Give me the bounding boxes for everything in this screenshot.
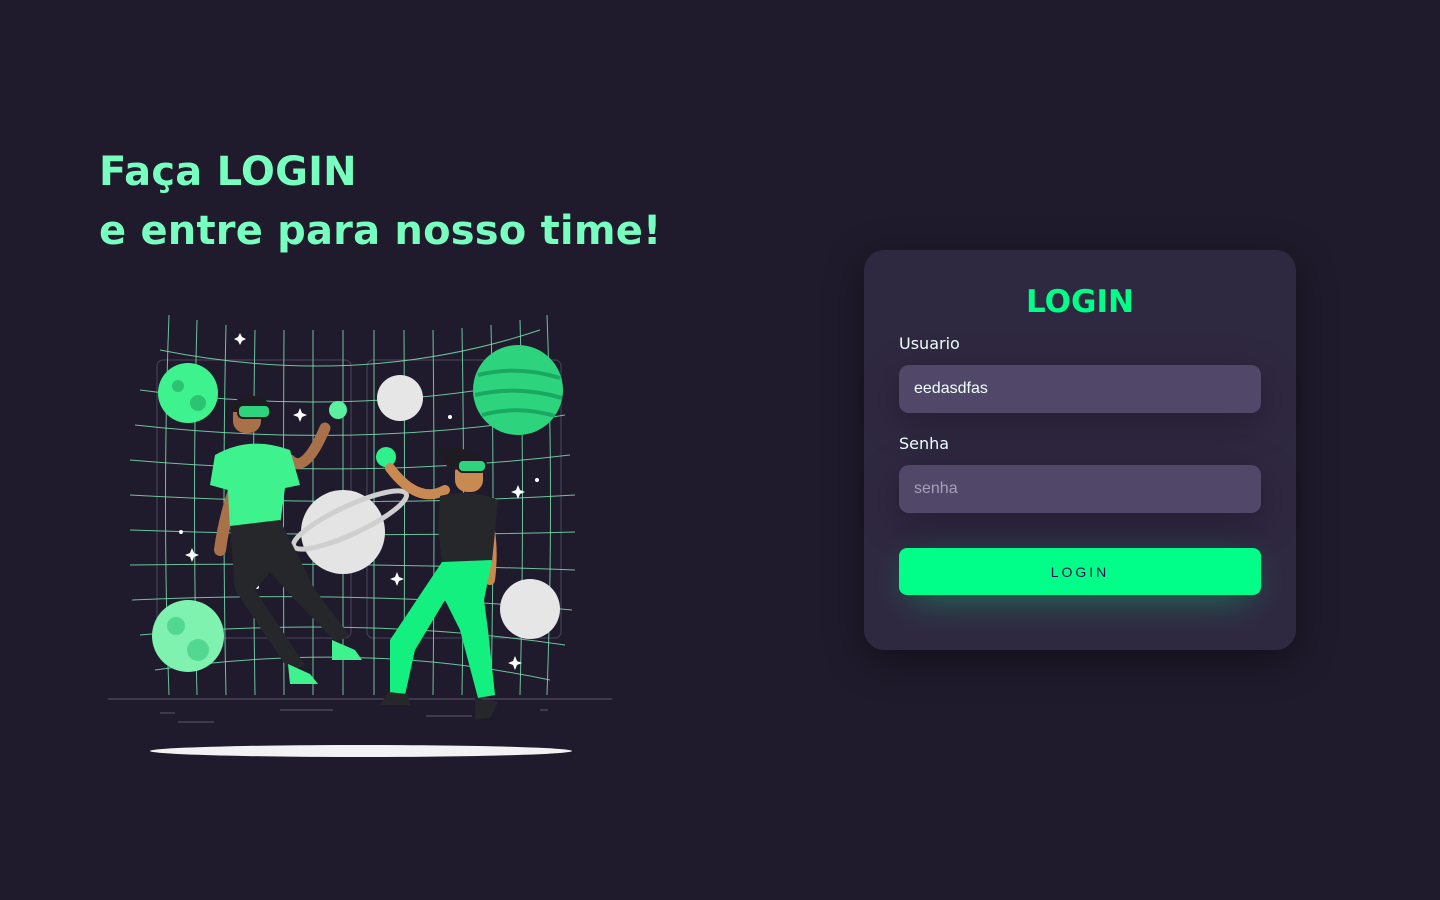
password-input[interactable] <box>899 465 1261 513</box>
username-input[interactable] <box>899 365 1261 413</box>
hero-line-2: e entre para nosso time! <box>99 208 662 254</box>
login-card: LOGIN Usuario Senha Login <box>864 250 1296 650</box>
password-label: Senha <box>899 434 950 453</box>
login-button[interactable]: Login <box>899 548 1261 595</box>
hero-line-1: Faça LOGIN <box>99 149 357 195</box>
vr-space-illustration-icon <box>108 314 612 757</box>
hero-headline: Faça LOGIN e entre para nosso time! <box>99 143 662 261</box>
username-label: Usuario <box>899 334 960 353</box>
login-page: Faça LOGIN e entre para nosso time! LOGI… <box>0 0 1440 900</box>
login-title: LOGIN <box>1026 284 1134 320</box>
